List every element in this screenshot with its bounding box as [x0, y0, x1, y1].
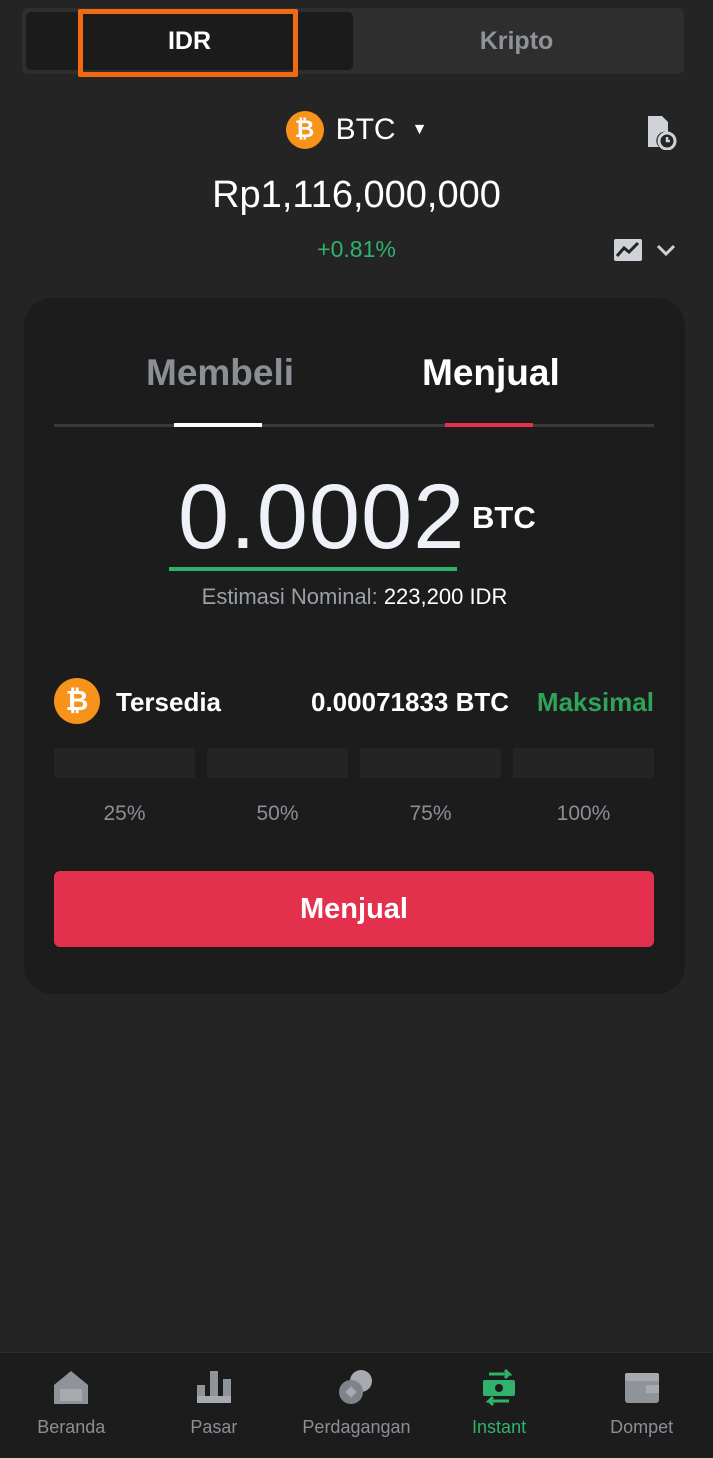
- bitcoin-icon: ₿: [54, 678, 100, 724]
- nav-label: Beranda: [37, 1417, 106, 1437]
- nav-beranda[interactable]: Beranda: [0, 1353, 143, 1458]
- available-value: 0.00071833 BTC: [311, 687, 510, 717]
- tab-indicator-sell: [445, 423, 533, 427]
- nav-label: Instant: [472, 1417, 527, 1437]
- nav-pasar[interactable]: Pasar: [143, 1353, 286, 1458]
- tab-menjual[interactable]: Menjual: [422, 352, 560, 394]
- percent-50-button[interactable]: 50%: [207, 802, 348, 826]
- max-button[interactable]: Maksimal: [537, 687, 654, 718]
- side-tabs: Membeli Menjual: [54, 352, 654, 426]
- percent-25-button[interactable]: 25%: [54, 802, 195, 826]
- estimate-value: 223,200 IDR: [383, 584, 508, 609]
- tab-idr[interactable]: IDR: [26, 12, 353, 70]
- percent-50-bar[interactable]: [207, 748, 348, 778]
- amount-input[interactable]: 0.0002: [178, 465, 465, 570]
- estimate-label: Estimasi Nominal:: [201, 584, 378, 609]
- tab-indicator-buy: [174, 423, 262, 427]
- bottom-nav: Beranda Pasar Perdagangan Instant Dompet: [0, 1352, 713, 1458]
- chevron-down-icon[interactable]: [656, 243, 676, 257]
- percent-100-bar[interactable]: [513, 748, 654, 778]
- nav-dompet[interactable]: Dompet: [570, 1353, 713, 1458]
- percent-100-button[interactable]: 100%: [513, 802, 654, 826]
- percent-75-button[interactable]: 75%: [360, 802, 501, 826]
- nav-label: Dompet: [610, 1417, 674, 1437]
- chart-icon[interactable]: [613, 238, 643, 262]
- home-icon: [54, 1371, 89, 1404]
- percent-75-bar[interactable]: [360, 748, 501, 778]
- amount-underline: [169, 567, 457, 571]
- nav-label: Pasar: [190, 1417, 238, 1437]
- market-bars-icon: [196, 1371, 231, 1403]
- coin-selector[interactable]: ₿ BTC ▼: [0, 111, 713, 149]
- wallet-icon: [624, 1373, 659, 1403]
- trade-coins-icon: [339, 1370, 373, 1404]
- bitcoin-icon: ₿: [285, 111, 324, 149]
- tab-kripto[interactable]: Kripto: [353, 12, 680, 70]
- estimate: Estimasi Nominal: 223,200 IDR: [24, 584, 685, 610]
- nav-instant[interactable]: Instant: [428, 1353, 571, 1458]
- nav-label: Perdagangan: [302, 1417, 411, 1437]
- amount-unit: BTC: [472, 500, 536, 535]
- coin-name: BTC: [335, 113, 396, 146]
- percent-25-bar[interactable]: [54, 748, 195, 778]
- history-icon[interactable]: [645, 114, 677, 150]
- sell-button[interactable]: Menjual: [54, 871, 654, 947]
- trade-card: Membeli Menjual 0.0002 BTC Estimasi Nomi…: [24, 298, 685, 994]
- price-change: +0.81%: [317, 236, 396, 262]
- currency-toggle: IDR Kripto: [22, 8, 684, 74]
- tab-membeli[interactable]: Membeli: [146, 352, 294, 394]
- price: Rp1,116,000,000: [212, 174, 501, 216]
- available-row: ₿ Tersedia 0.00071833 BTC Maksimal: [54, 678, 654, 724]
- instant-exchange-icon: [483, 1368, 516, 1407]
- percent-labels: 25% 50% 75% 100%: [54, 802, 654, 826]
- tab-divider: [54, 424, 654, 427]
- nav-perdagangan[interactable]: Perdagangan: [285, 1353, 428, 1458]
- percent-bars: [54, 748, 654, 778]
- caret-down-icon: ▼: [411, 121, 428, 138]
- available-label: Tersedia: [116, 687, 222, 717]
